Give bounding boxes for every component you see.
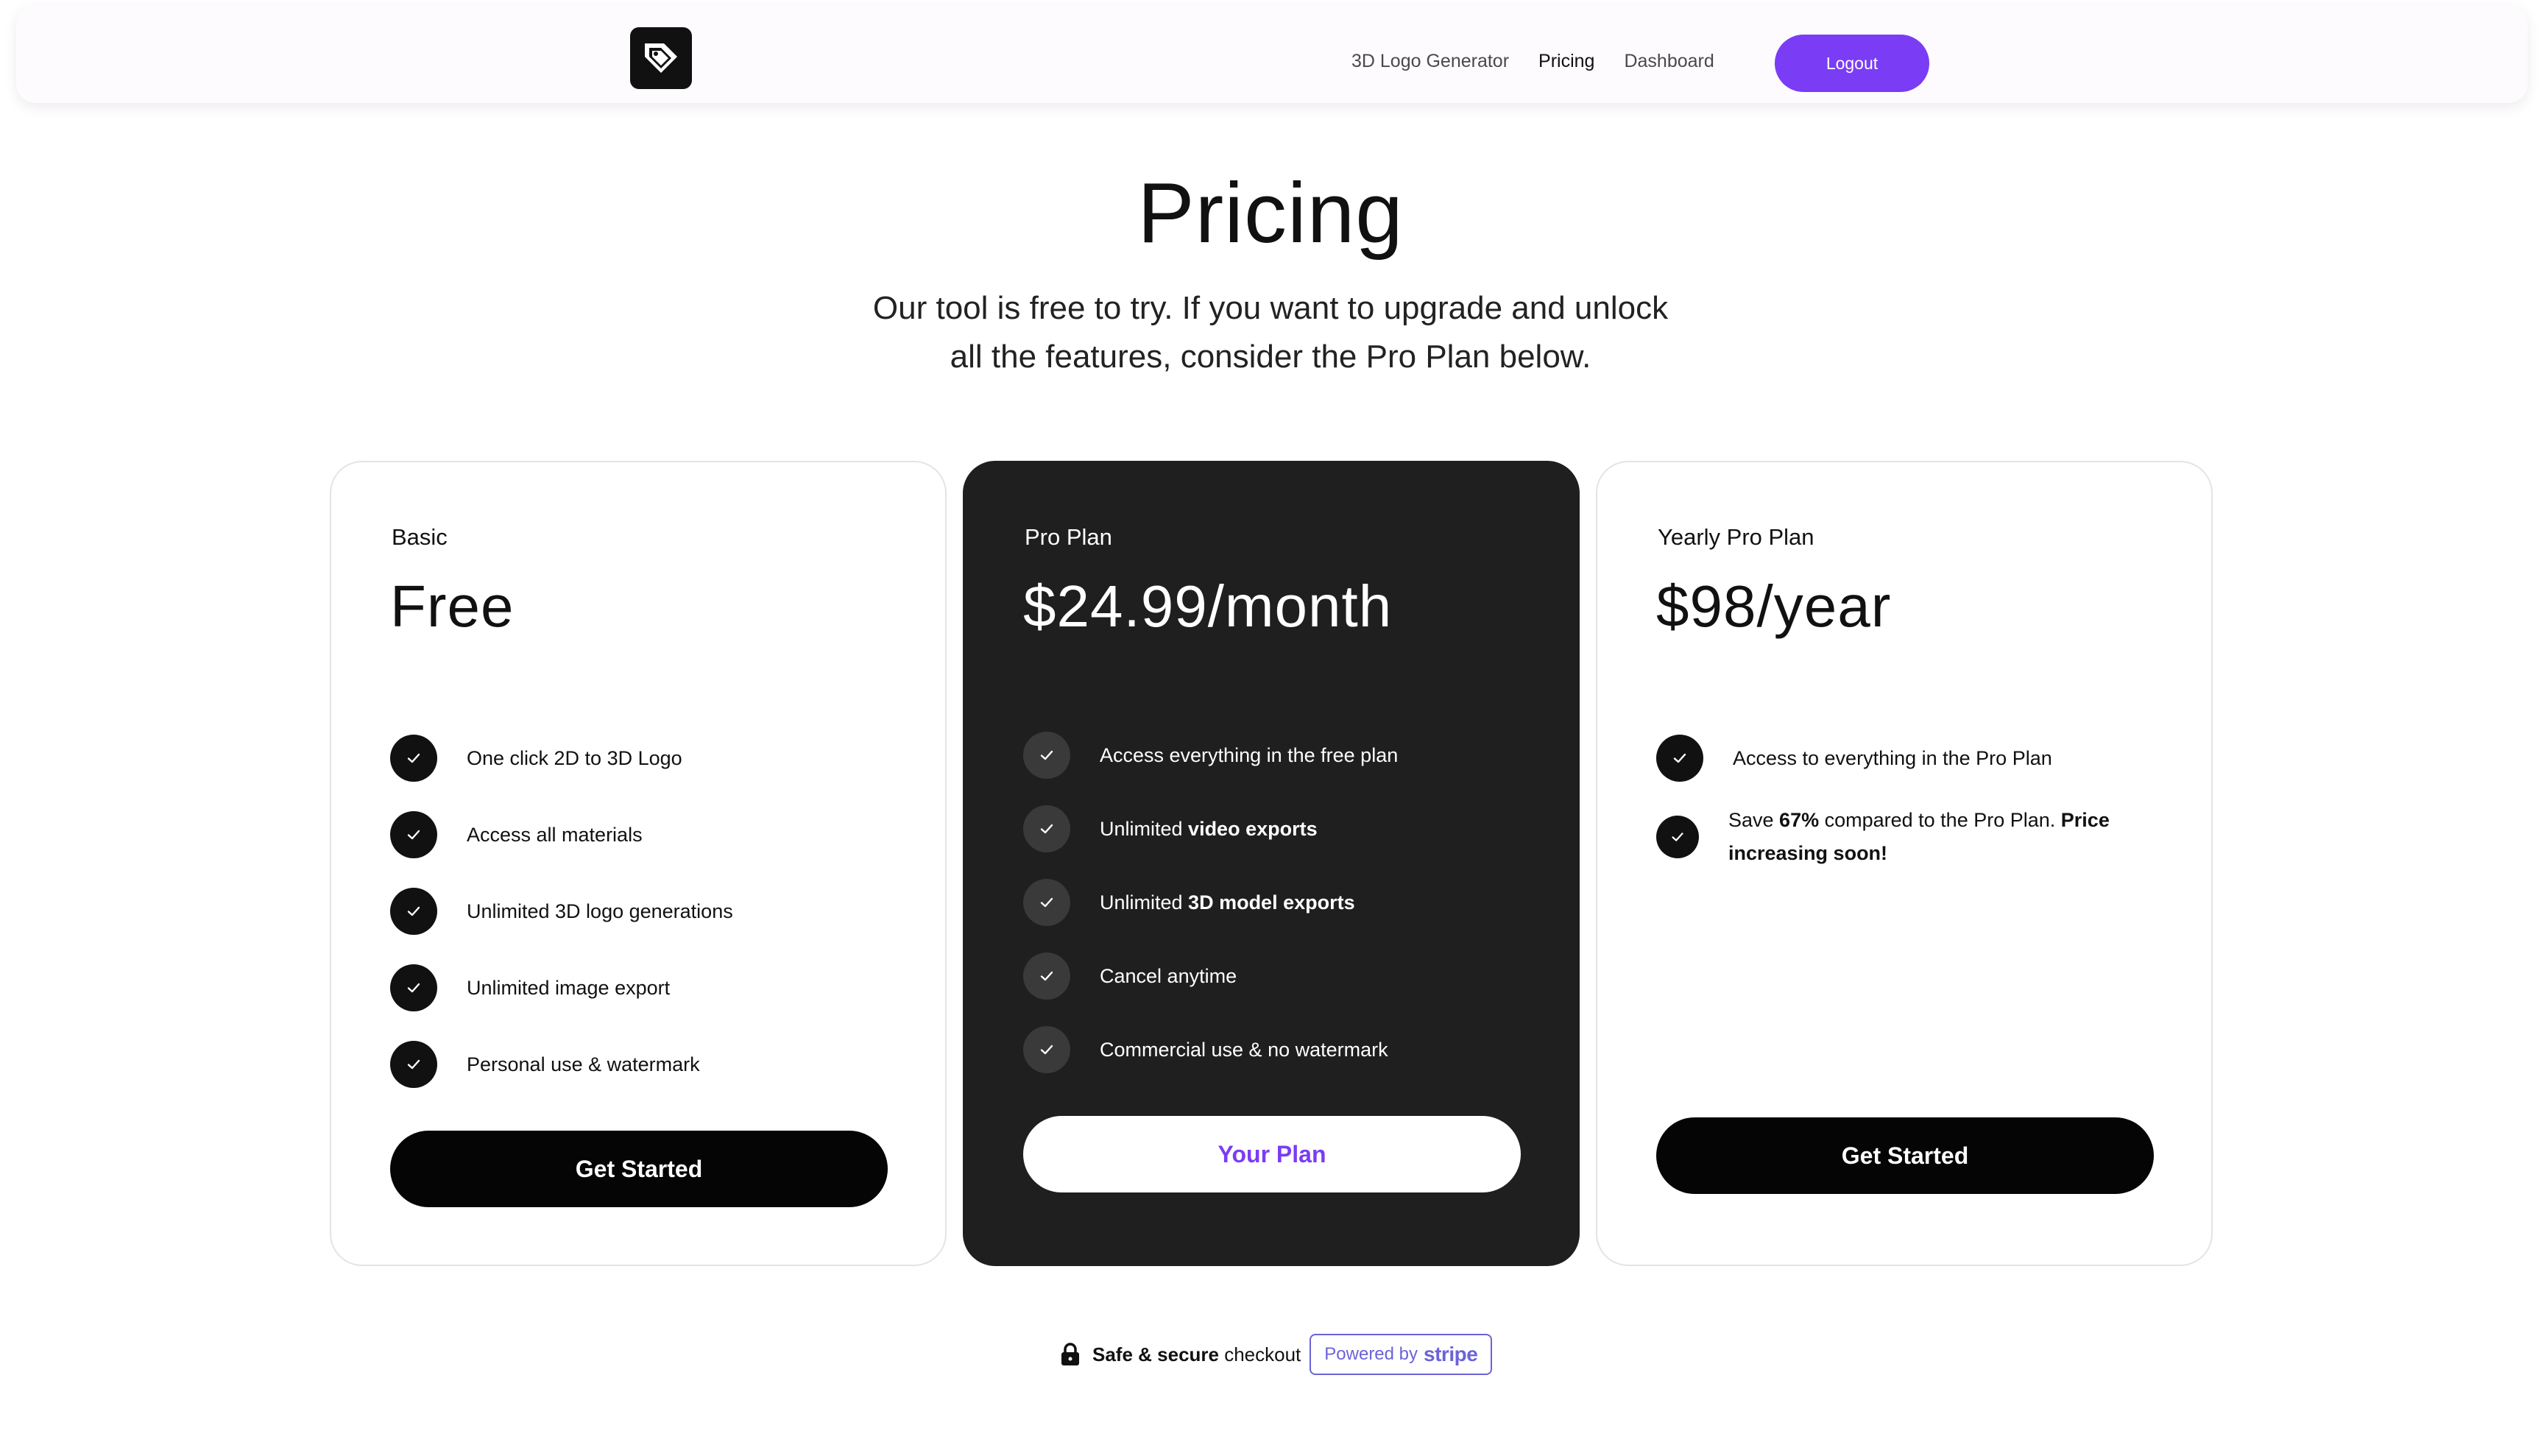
feature-item: Access everything in the free plan <box>1023 718 1538 792</box>
top-navbar: 3D Logo Generator Pricing Dashboard Logo… <box>16 4 2528 103</box>
nav-link-3d-logo-generator[interactable]: 3D Logo Generator <box>1351 51 1509 72</box>
feature-item: Commercial use & no watermark <box>1023 1013 1538 1086</box>
feature-text: Personal use & watermark <box>467 1053 700 1075</box>
feature-item: Cancel anytime <box>1023 939 1538 1013</box>
check-icon <box>1656 735 1703 782</box>
secure-rest: checkout <box>1218 1343 1301 1365</box>
secure-checkout: Safe & secure checkout Powered by stripe <box>1060 1334 1493 1375</box>
feature-text: Unlimited 3D logo generations <box>467 900 733 922</box>
check-icon <box>1023 732 1070 779</box>
get-started-button[interactable]: Get Started <box>390 1131 888 1207</box>
feature-item: Save 67% compared to the Pro Plan. Price… <box>1656 796 2171 877</box>
feature-text: Access all materials <box>467 823 643 846</box>
check-icon <box>1023 805 1070 852</box>
check-icon <box>390 888 437 935</box>
feature-text: Unlimited image export <box>467 976 671 999</box>
plan-price: $98/year <box>1656 573 1892 639</box>
feature-item: Access to everything in the Pro Plan <box>1656 720 2171 796</box>
plan-name: Basic <box>392 524 448 550</box>
feature-item: One click 2D to 3D Logo <box>390 720 905 796</box>
feature-list: Access to everything in the Pro Plan Sav… <box>1656 720 2171 877</box>
feature-text-bold: 3D model exports <box>1188 891 1355 913</box>
your-plan-button[interactable]: Your Plan <box>1023 1116 1521 1192</box>
nav-links: 3D Logo Generator Pricing Dashboard <box>1351 35 1744 88</box>
powered-by-text: Powered by <box>1324 1344 1418 1364</box>
tag-logo-icon[interactable] <box>630 27 692 89</box>
check-icon <box>390 1041 437 1088</box>
check-icon <box>1023 879 1070 926</box>
feature-item: Unlimited 3D logo generations <box>390 873 905 950</box>
lock-icon <box>1060 1342 1081 1367</box>
feature-text: Unlimited video exports <box>1100 818 1318 841</box>
feature-text: Commercial use & no watermark <box>1100 1038 1388 1061</box>
feature-text-bold: 67% <box>1779 809 1820 831</box>
plan-card-pro: Pro Plan $24.99/month Access everything … <box>963 461 1580 1266</box>
feature-text: Save 67% compared to the Pro Plan. Price… <box>1728 804 2141 870</box>
plan-name: Yearly Pro Plan <box>1658 524 1814 550</box>
get-started-button[interactable]: Get Started <box>1656 1117 2154 1194</box>
feature-list: Access everything in the free plan Unlim… <box>1023 718 1538 1086</box>
feature-text: Access to everything in the Pro Plan <box>1733 746 2052 769</box>
powered-by-stripe-badge[interactable]: Powered by stripe <box>1310 1334 1493 1375</box>
plan-card-basic: Basic Free One click 2D to 3D Logo Acces… <box>330 461 947 1266</box>
feature-item: Unlimited 3D model exports <box>1023 866 1538 939</box>
feature-text: Access everything in the free plan <box>1100 743 1399 766</box>
plan-price: Free <box>390 573 515 639</box>
check-icon <box>390 811 437 858</box>
plan-card-yearly-pro: Yearly Pro Plan $98/year Access to every… <box>1596 461 2213 1266</box>
check-icon <box>390 735 437 782</box>
nav-link-dashboard[interactable]: Dashboard <box>1624 51 1714 72</box>
stripe-logo-text: stripe <box>1424 1343 1478 1365</box>
secure-checkout-text: Safe & secure checkout <box>1092 1343 1301 1366</box>
logout-button[interactable]: Logout <box>1775 35 1929 92</box>
page-subtitle: Our tool is free to try. If you want to … <box>792 284 1749 381</box>
check-icon <box>1023 1026 1070 1073</box>
subtitle-line-2: all the features, consider the Pro Plan … <box>950 339 1591 375</box>
feature-list: One click 2D to 3D Logo Access all mater… <box>390 720 905 1103</box>
feature-item: Personal use & watermark <box>390 1026 905 1103</box>
plan-price: $24.99/month <box>1023 573 1393 639</box>
feature-text: Cancel anytime <box>1100 964 1237 987</box>
feature-text-pre: Unlimited <box>1100 817 1189 840</box>
feature-text: Unlimited 3D model exports <box>1100 891 1355 914</box>
feature-text-bold: video exports <box>1188 817 1318 840</box>
feature-item: Unlimited video exports <box>1023 792 1538 866</box>
subtitle-line-1: Our tool is free to try. If you want to … <box>872 290 1669 326</box>
check-icon <box>1656 816 1699 858</box>
secure-bold: Safe & secure <box>1092 1343 1219 1365</box>
plan-name: Pro Plan <box>1025 524 1112 550</box>
feature-text-pre: Save <box>1728 809 1780 831</box>
nav-link-pricing[interactable]: Pricing <box>1538 51 1594 72</box>
feature-text-pre: Unlimited <box>1100 891 1189 913</box>
check-icon <box>390 964 437 1011</box>
feature-item: Access all materials <box>390 796 905 873</box>
feature-text: One click 2D to 3D Logo <box>467 746 682 769</box>
feature-item: Unlimited image export <box>390 950 905 1026</box>
page-title: Pricing <box>1137 165 1404 261</box>
feature-text-post: compared to the Pro Plan. <box>1819 809 2061 831</box>
check-icon <box>1023 953 1070 1000</box>
